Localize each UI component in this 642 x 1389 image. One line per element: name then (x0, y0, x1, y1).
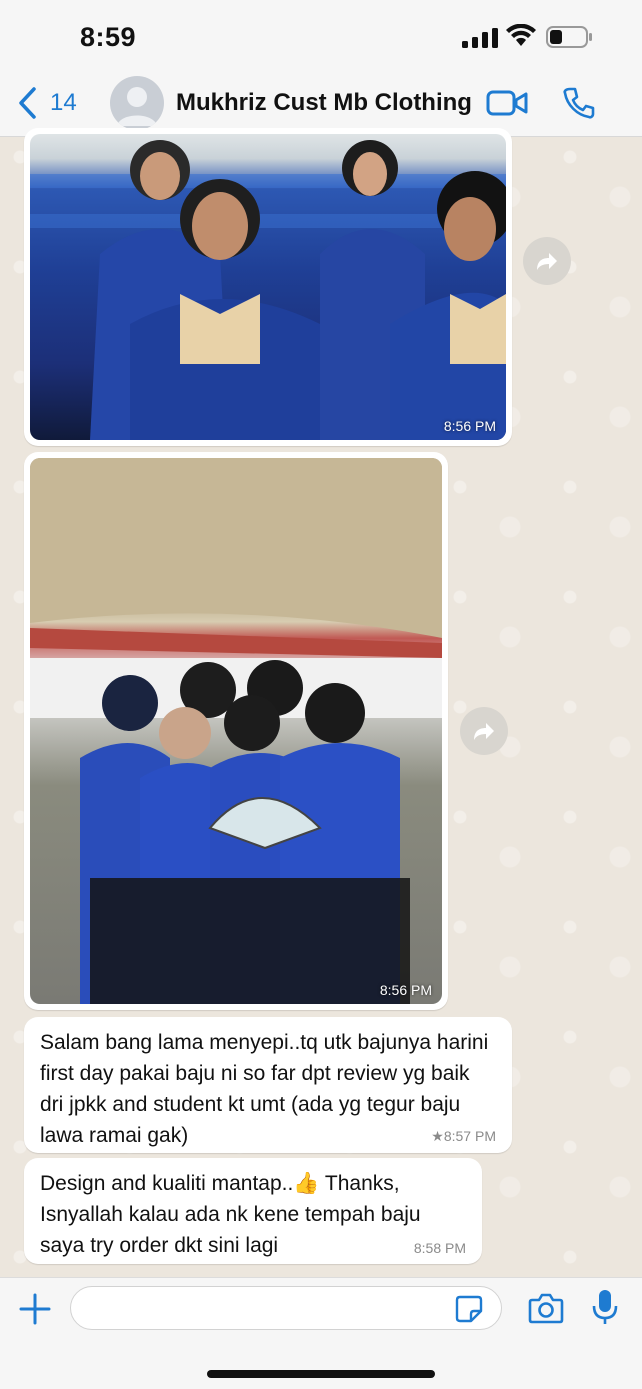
forward-button[interactable] (523, 237, 571, 285)
group-photo[interactable]: 8:56 PM (30, 134, 506, 440)
photo-message[interactable]: 8:56 PM (24, 128, 512, 446)
contact-avatar[interactable] (110, 76, 164, 130)
message-input-bar (0, 1277, 642, 1389)
status-time: 8:59 (80, 22, 137, 52)
message-time: 8:58 PM (413, 1240, 466, 1256)
forward-button[interactable] (460, 707, 508, 755)
back-button[interactable]: 14 (16, 86, 77, 120)
sticker-icon[interactable] (454, 1294, 484, 1324)
microphone-icon[interactable] (592, 1288, 618, 1326)
message-text: Design and kualiti mantap..👍 Thanks, Isn… (40, 1172, 427, 1257)
message-time: 8:56 PM (379, 982, 432, 998)
chevron-left-icon (19, 87, 36, 119)
plus-icon[interactable] (18, 1292, 52, 1326)
photo-message[interactable]: 8:56 PM (24, 452, 448, 1010)
text-message[interactable]: Design and kualiti mantap..👍 Thanks, Isn… (24, 1158, 482, 1264)
forward-icon (474, 723, 494, 740)
text-message[interactable]: Salam bang lama menyepi..tq utk bajunya … (24, 1017, 512, 1153)
camera-icon[interactable] (528, 1292, 564, 1324)
cellular-signal-icon (462, 28, 498, 48)
wifi-icon (506, 24, 536, 46)
forward-icon (537, 253, 557, 270)
status-bar: 8:59 (0, 0, 642, 72)
contact-name[interactable]: Mukhriz Cust Mb Clothing (176, 89, 472, 117)
message-time: ★8:57 PM (431, 1128, 496, 1144)
default-avatar-icon (117, 87, 157, 126)
unread-count: 14 (50, 89, 77, 116)
phone-icon[interactable] (562, 86, 596, 120)
battery-icon (546, 26, 592, 48)
photo-people-illustration (30, 140, 506, 440)
message-input[interactable] (70, 1286, 502, 1330)
message-text: Salam bang lama menyepi..tq utk bajunya … (40, 1031, 495, 1147)
photo-people-illustration (30, 458, 442, 1004)
home-indicator (207, 1370, 435, 1378)
group-photo[interactable]: 8:56 PM (30, 458, 442, 1004)
video-call-icon[interactable] (486, 88, 528, 118)
message-time: 8:56 PM (443, 418, 496, 434)
